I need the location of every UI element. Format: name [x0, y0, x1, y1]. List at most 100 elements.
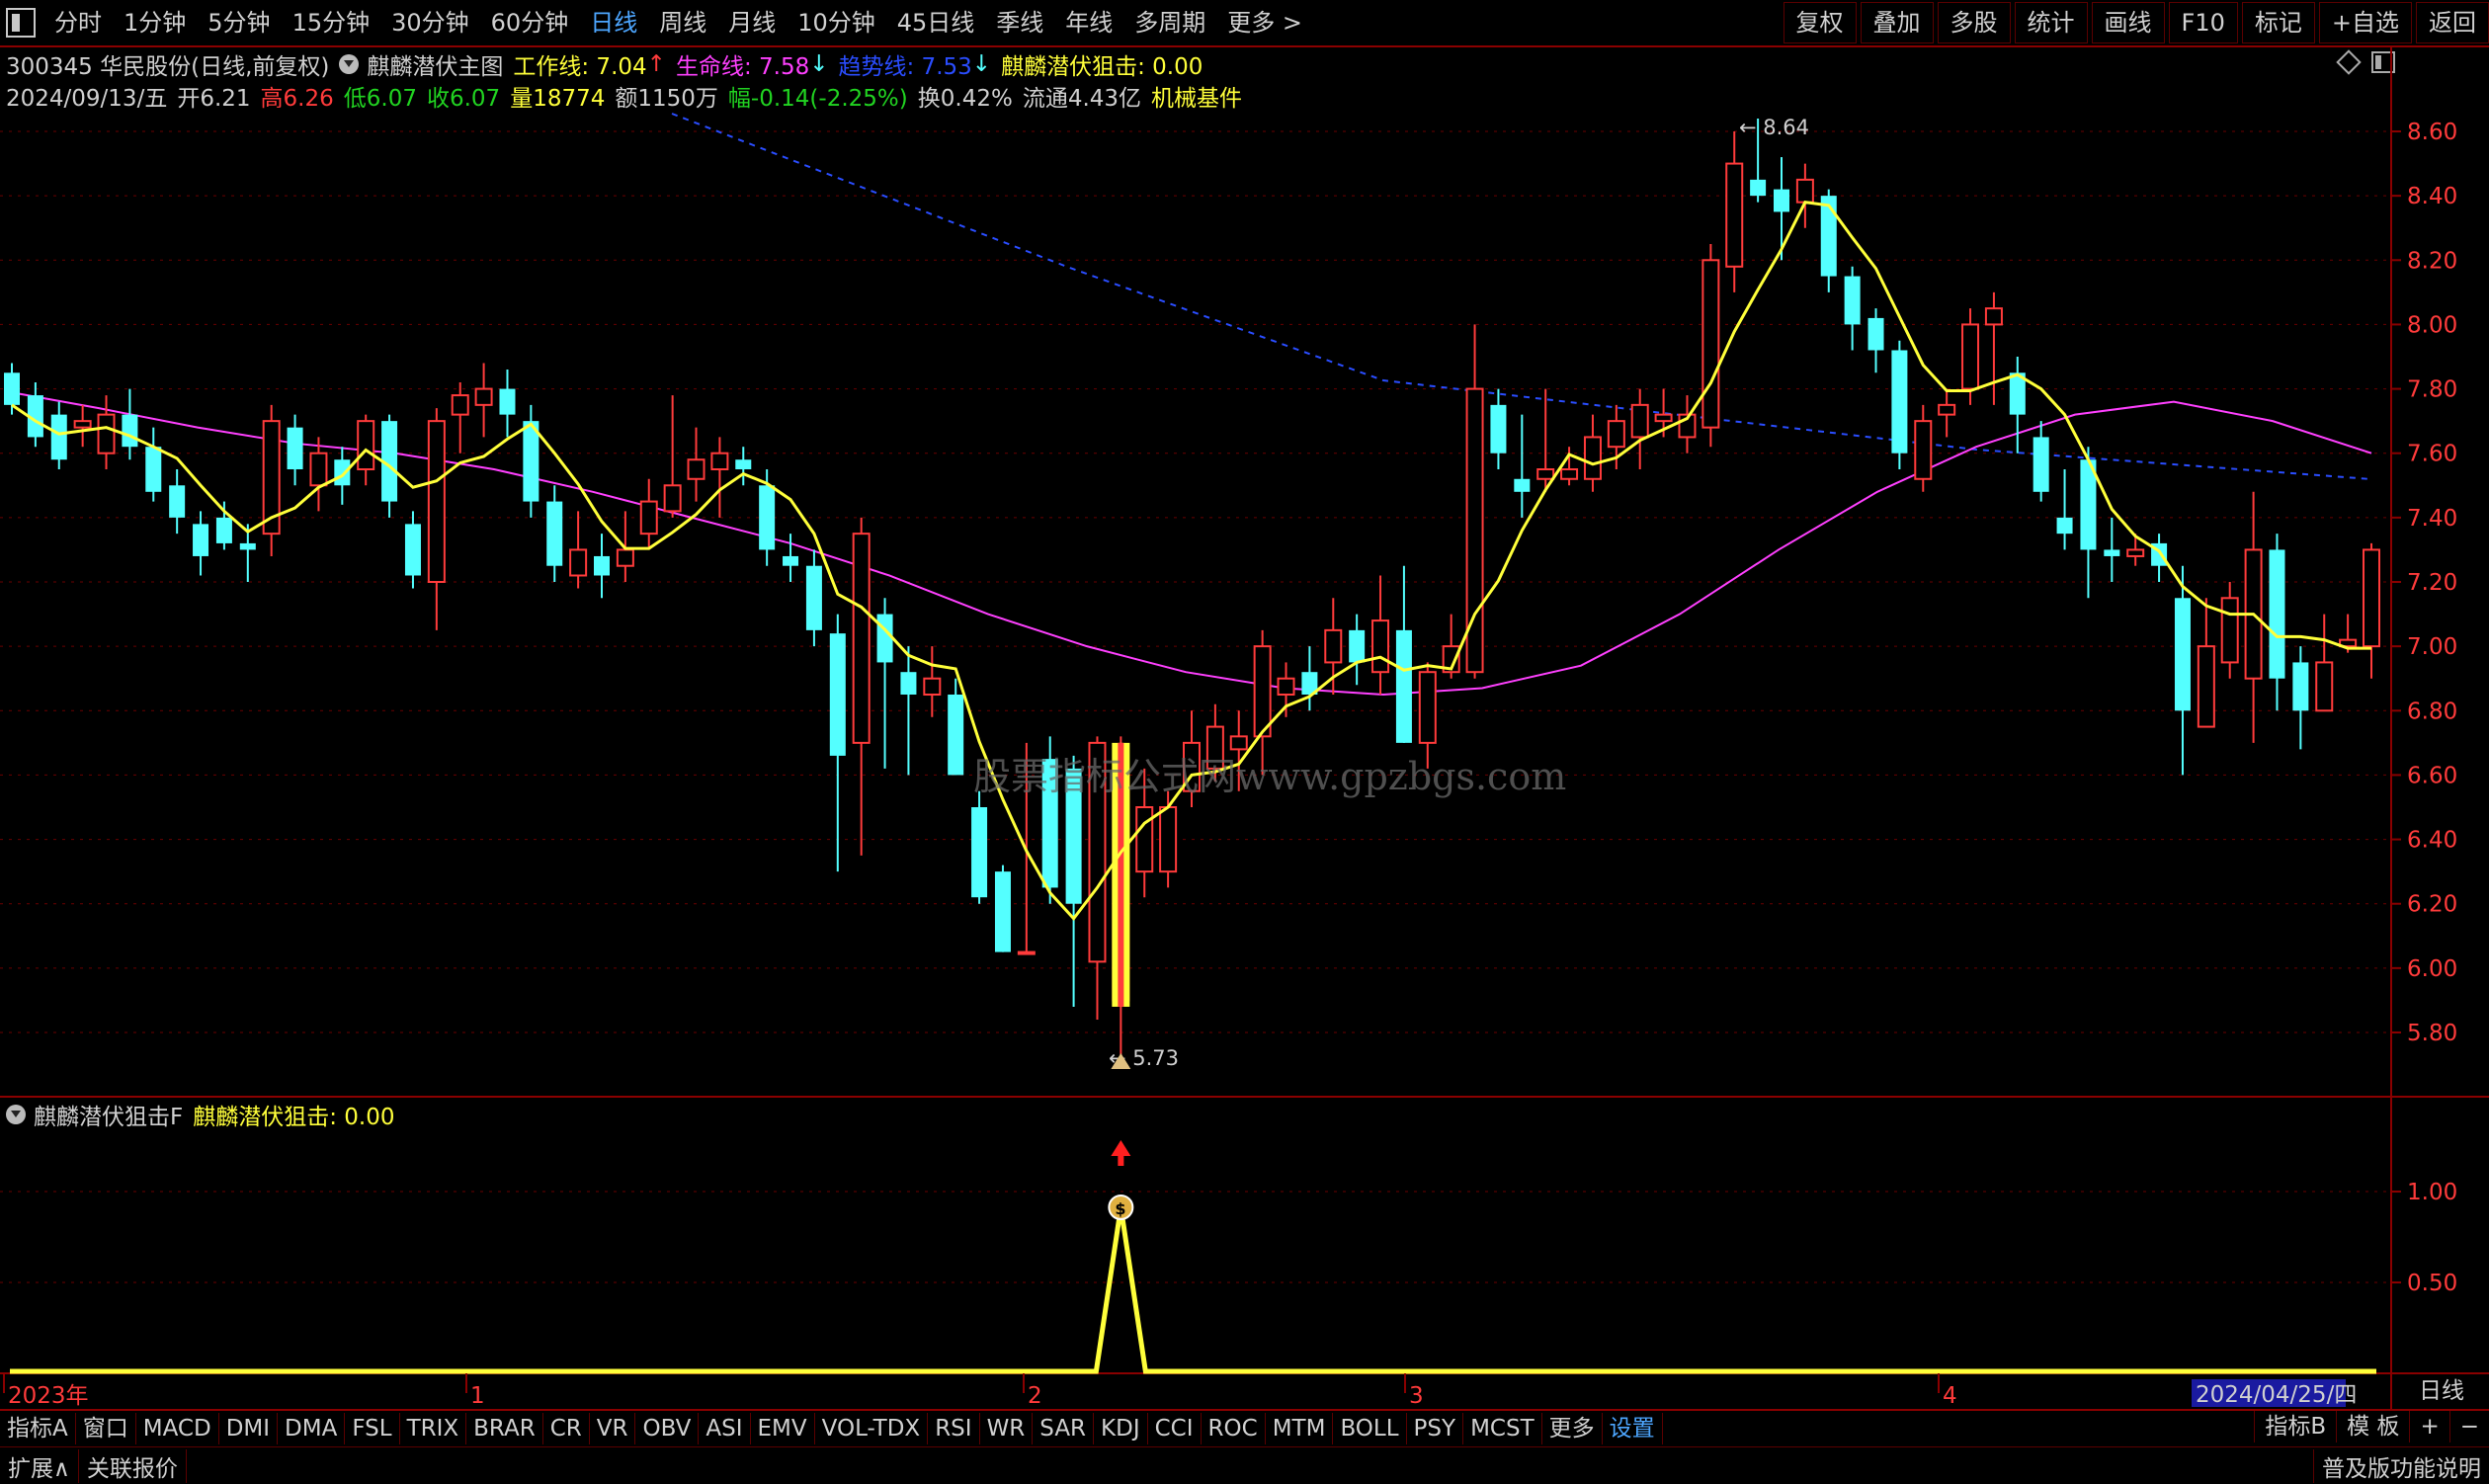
- indicator-tab-18[interactable]: CCI: [1148, 1413, 1202, 1444]
- candle-body: [569, 548, 588, 577]
- indicator-tab-0[interactable]: 指标A: [0, 1413, 76, 1444]
- indicator-panel-title[interactable]: 麒麟潜伏狙击F: [34, 1098, 183, 1131]
- candle-body: [1607, 420, 1625, 449]
- indicator-tab-4[interactable]: DMA: [278, 1413, 346, 1444]
- candle-body: [2363, 548, 2380, 648]
- candle-body: [122, 414, 138, 448]
- candle-body: [1395, 629, 1412, 743]
- candle-body: [1630, 403, 1649, 439]
- candle-body: [1984, 307, 2003, 326]
- candle-body: [334, 459, 351, 486]
- dropdown-icon[interactable]: [6, 1105, 26, 1124]
- related-quote-button[interactable]: 关联报价: [79, 1448, 187, 1483]
- help-link[interactable]: 普及版功能说明: [2313, 1448, 2489, 1483]
- candle-body: [1961, 323, 1980, 390]
- indicator-tick-label: 0.50: [2407, 1271, 2457, 1296]
- candle-body: [145, 447, 162, 492]
- expand-button[interactable]: 扩展∧: [0, 1448, 79, 1483]
- x-axis-label: 2: [1028, 1383, 1042, 1409]
- indicator-tab-1[interactable]: 窗口: [76, 1413, 136, 1444]
- candle-body: [1750, 179, 1767, 197]
- work-line: [11, 201, 2371, 922]
- y-tick-label: 7.20: [2407, 570, 2457, 596]
- candle-body: [2197, 645, 2215, 728]
- x-axis-label: 4: [1943, 1383, 1957, 1409]
- candle-body: [805, 565, 822, 630]
- candle-body: [594, 555, 610, 576]
- indicator-tab-19[interactable]: ROC: [1202, 1413, 1266, 1444]
- y-tick-label: 8.40: [2407, 184, 2457, 209]
- candle-body: [404, 524, 421, 576]
- candle-body: [900, 672, 917, 695]
- indicator-b-control-0[interactable]: 指标B: [2254, 1411, 2336, 1443]
- indicator-tab-9[interactable]: VR: [590, 1413, 636, 1444]
- candle-body: [309, 452, 328, 487]
- indicator-b-control-2[interactable]: +: [2409, 1411, 2448, 1443]
- high-annotation: ← 8.64: [1739, 116, 1809, 139]
- indicator-b-control-3[interactable]: −: [2448, 1411, 2489, 1443]
- candle-body: [1418, 671, 1437, 744]
- indicator-tab-11[interactable]: ASI: [699, 1413, 751, 1444]
- y-tick-label: 6.20: [2407, 892, 2457, 918]
- indicator-panel-value: 麒麟潜伏狙击: 0.00: [193, 1105, 395, 1130]
- candle-body: [1536, 468, 1555, 480]
- candle-body: [2033, 437, 2049, 492]
- candle-body: [852, 533, 871, 744]
- candle-body: [1371, 619, 1390, 674]
- indicator-tab-25[interactable]: 设置: [1603, 1413, 1663, 1444]
- y-tick-label: 7.40: [2407, 506, 2457, 532]
- indicator-tick-label: 1.00: [2407, 1180, 2457, 1205]
- period-label: 日线: [2419, 1378, 2464, 1404]
- watermark: 股票指标公式网www.gpzbgs.com: [973, 755, 1567, 798]
- candle-body: [1560, 468, 1579, 480]
- candle-body: [193, 524, 209, 556]
- candle-body: [2315, 661, 2334, 712]
- candle-body: [427, 420, 446, 583]
- y-tick-label: 8.00: [2407, 312, 2457, 338]
- indicator-tab-3[interactable]: DMI: [219, 1413, 279, 1444]
- candle-body: [1135, 806, 1154, 873]
- indicator-tab-14[interactable]: RSI: [928, 1413, 980, 1444]
- candle-body: [451, 394, 469, 416]
- indicator-b-control-1[interactable]: 模 板: [2336, 1411, 2409, 1443]
- y-tick-label: 6.80: [2407, 699, 2457, 724]
- y-tick-label: 7.00: [2407, 634, 2457, 660]
- indicator-tab-16[interactable]: SAR: [1033, 1413, 1095, 1444]
- y-tick-label: 7.60: [2407, 442, 2457, 467]
- candle-body: [2269, 549, 2285, 679]
- indicator-tab-2[interactable]: MACD: [136, 1413, 219, 1444]
- candle-body: [4, 372, 20, 405]
- indicator-tab-13[interactable]: VOL-TDX: [815, 1413, 929, 1444]
- candle-body: [759, 485, 776, 550]
- indicator-tab-21[interactable]: BOLL: [1333, 1413, 1407, 1444]
- candle-body: [687, 458, 705, 480]
- candle-body: [357, 420, 375, 470]
- candle-body: [1795, 178, 1814, 204]
- indicator-tab-23[interactable]: MCST: [1463, 1413, 1542, 1444]
- kline-chart[interactable]: 8.60 8.40 8.20 8.00 7.80 7.60 7.40 7.20 7.00 6.80…: [0, 0, 2489, 1483]
- candle-body: [1017, 950, 1036, 955]
- candle-body: [1725, 162, 1744, 268]
- indicator-tab-20[interactable]: MTM: [1266, 1413, 1334, 1444]
- indicator-tab-12[interactable]: EMV: [751, 1413, 815, 1444]
- indicator-b-controls: 指标B 模 板 + −: [2254, 1409, 2489, 1444]
- indicator-tab-7[interactable]: BRAR: [466, 1413, 543, 1444]
- indicator-tab-17[interactable]: KDJ: [1094, 1413, 1148, 1444]
- indicator-tab-6[interactable]: TRIX: [400, 1413, 467, 1444]
- candle-body: [1324, 628, 1343, 664]
- indicator-tab-24[interactable]: 更多: [1542, 1413, 1603, 1444]
- candle-body: [663, 484, 682, 513]
- indicator-tab-15[interactable]: WR: [980, 1413, 1034, 1444]
- cursor-date: 2024/04/25/四: [2196, 1382, 2357, 1408]
- indicator-tab-5[interactable]: FSL: [345, 1413, 400, 1444]
- candle-body: [1774, 189, 1789, 212]
- candle-body: [735, 459, 752, 469]
- indicator-tab-8[interactable]: CR: [543, 1413, 590, 1444]
- indicator-tab-22[interactable]: PSY: [1407, 1413, 1464, 1444]
- indicator-tab-10[interactable]: OBV: [635, 1413, 700, 1444]
- candle-body: [1349, 629, 1366, 663]
- dollar-icon: $: [1115, 1199, 1125, 1218]
- candle-body: [948, 695, 964, 776]
- candle-body: [1844, 276, 1861, 325]
- candle-body: [50, 414, 67, 460]
